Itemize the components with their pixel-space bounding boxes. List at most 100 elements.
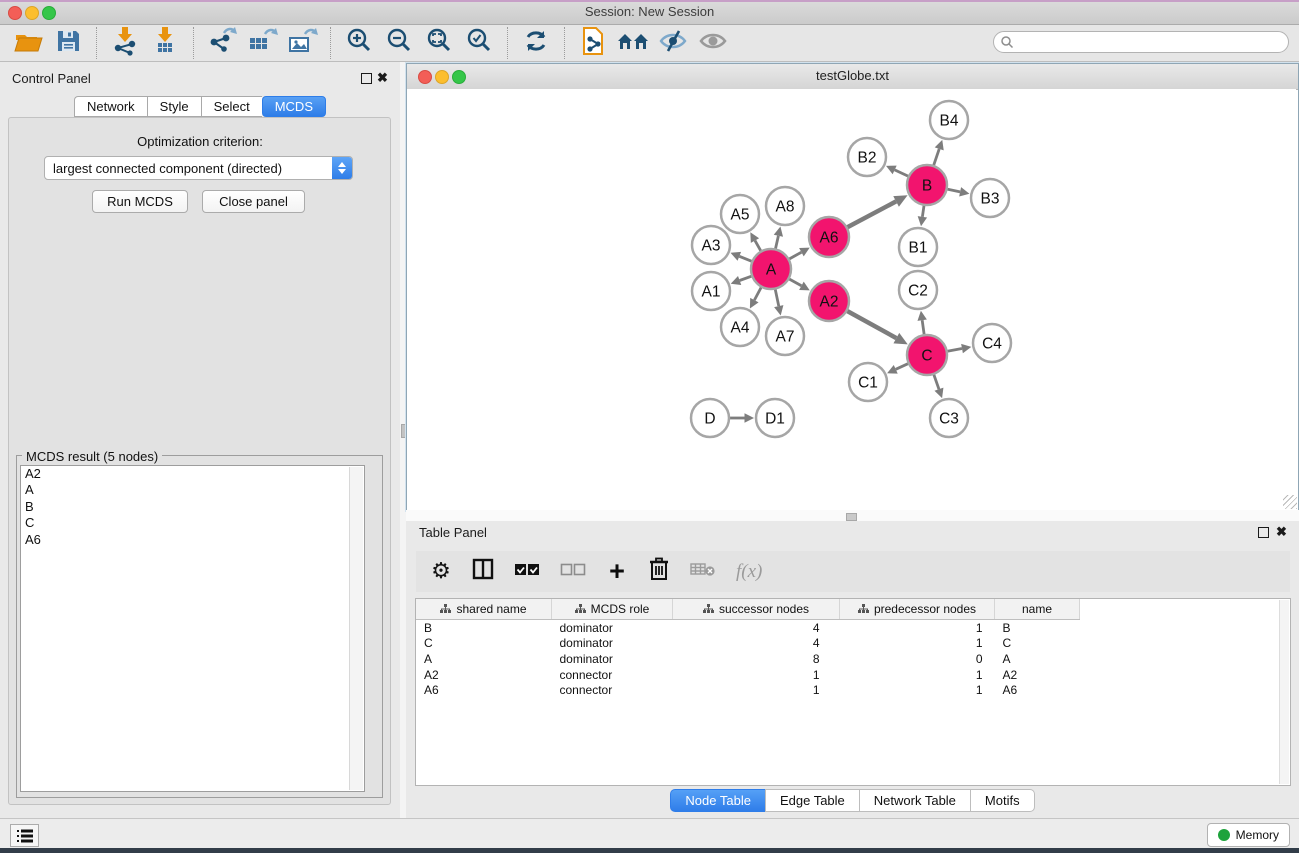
import-network-button[interactable]	[105, 26, 145, 60]
tab-network[interactable]: Network	[74, 96, 147, 117]
edge-A-A5[interactable]	[755, 241, 761, 252]
edge-B-B4[interactable]	[933, 149, 939, 166]
table-cell[interactable]: A	[416, 651, 552, 667]
table-row[interactable]: A6connector11A6	[416, 682, 1080, 698]
home-view-button[interactable]	[613, 26, 653, 60]
tab-node-table[interactable]: Node Table	[670, 789, 765, 812]
horizontal-split-handle[interactable]	[846, 513, 857, 521]
edge-A-A4[interactable]	[754, 287, 761, 300]
zoom-selected-button[interactable]	[459, 26, 499, 60]
task-history-button[interactable]	[10, 824, 39, 847]
table-cell[interactable]: 4	[673, 620, 840, 636]
mcds-result-item[interactable]: B	[21, 499, 364, 515]
zoom-window-light[interactable]	[42, 6, 56, 20]
table-panel-close-icon[interactable]: ✖	[1276, 526, 1287, 538]
mcds-result-list[interactable]: A2ABCA6	[20, 465, 365, 792]
edge-A6-B[interactable]	[847, 201, 896, 227]
tab-motifs[interactable]: Motifs	[970, 789, 1035, 812]
edge-A-A3[interactable]	[739, 256, 752, 261]
control-panel-close-icon[interactable]: ✖	[377, 72, 388, 84]
table-cell[interactable]: 1	[840, 682, 995, 698]
edge-C-C2[interactable]	[922, 320, 924, 335]
tab-select[interactable]: Select	[201, 96, 262, 117]
refresh-button[interactable]	[516, 26, 556, 60]
criterion-dropdown[interactable]: largest connected component (directed)	[44, 156, 353, 180]
table-cell[interactable]: B	[995, 620, 1080, 636]
network-graph[interactable]: AA1A2A3A4A5A6A7A8BB1B2B3B4CC1C2C3C4DD1	[407, 89, 1296, 508]
close-panel-button[interactable]: Close panel	[202, 190, 305, 213]
table-cell[interactable]: A6	[995, 682, 1080, 698]
memory-button[interactable]: Memory	[1207, 823, 1290, 847]
tab-style[interactable]: Style	[147, 96, 201, 117]
control-panel-float-icon[interactable]	[361, 73, 372, 86]
table-row[interactable]: A2connector11A2	[416, 667, 1080, 683]
zoom-out-button[interactable]	[379, 26, 419, 60]
edge-A-A2[interactable]	[789, 279, 802, 286]
edge-B-B3[interactable]	[947, 189, 961, 192]
hide-style-button[interactable]	[653, 26, 693, 60]
table-options-gear-button[interactable]: ⚙	[430, 558, 452, 586]
export-network-button[interactable]	[202, 26, 242, 60]
table-row[interactable]: Bdominator41B	[416, 620, 1080, 636]
table-cell[interactable]: A6	[416, 682, 552, 698]
tab-edge-table[interactable]: Edge Table	[765, 789, 859, 812]
edge-A-A6[interactable]	[789, 252, 802, 259]
show-columns-button[interactable]	[472, 558, 494, 586]
run-mcds-button[interactable]: Run MCDS	[92, 190, 188, 213]
network-canvas[interactable]: AA1A2A3A4A5A6A7A8BB1B2B3B4CC1C2C3C4DD1	[407, 89, 1296, 508]
table-row[interactable]: Cdominator41C	[416, 636, 1080, 652]
import-table-button[interactable]	[145, 26, 185, 60]
column-header-shared-name[interactable]: shared name	[416, 599, 552, 620]
table-cell[interactable]: A2	[995, 667, 1080, 683]
table-cell[interactable]: connector	[552, 667, 673, 683]
edge-A-A8[interactable]	[775, 236, 778, 250]
table-cell[interactable]: 1	[673, 667, 840, 683]
table-scrollbar[interactable]	[1279, 600, 1289, 784]
mcds-result-item[interactable]: A	[21, 482, 364, 498]
edge-A2-C[interactable]	[847, 311, 897, 338]
table-cell[interactable]: connector	[552, 682, 673, 698]
column-header-MCDS-role[interactable]: MCDS role	[552, 599, 673, 620]
table-cell[interactable]: 1	[673, 682, 840, 698]
network-minimize-light[interactable]	[435, 70, 449, 84]
edge-A-A1[interactable]	[740, 276, 753, 281]
mcds-result-item[interactable]: A6	[21, 532, 364, 548]
zoom-fit-button[interactable]	[419, 26, 459, 60]
edge-C-C1[interactable]	[896, 363, 909, 369]
mcds-list-scrollbar[interactable]	[349, 467, 363, 790]
table-cell[interactable]: 8	[673, 651, 840, 667]
edge-C-C4[interactable]	[947, 349, 962, 352]
save-session-button[interactable]	[48, 26, 88, 60]
mcds-result-item[interactable]: C	[21, 515, 364, 531]
table-cell[interactable]: 4	[673, 636, 840, 652]
open-session-button[interactable]	[8, 26, 48, 60]
table-cell[interactable]: 1	[840, 667, 995, 683]
select-all-rows-button[interactable]	[514, 558, 540, 586]
zoom-in-button[interactable]	[339, 26, 379, 60]
table-row[interactable]: Adominator80A	[416, 651, 1080, 667]
table-cell[interactable]: 1	[840, 620, 995, 636]
search-input[interactable]	[1014, 34, 1268, 50]
column-header-successor-nodes[interactable]: successor nodes	[673, 599, 840, 620]
export-table-button[interactable]	[242, 26, 282, 60]
close-window-light[interactable]	[8, 6, 22, 20]
tab-mcds[interactable]: MCDS	[262, 96, 326, 117]
deselect-all-rows-button[interactable]	[560, 558, 586, 586]
column-header-predecessor-nodes[interactable]: predecessor nodes	[840, 599, 995, 620]
first-neighbors-button[interactable]	[573, 26, 613, 60]
network-zoom-light[interactable]	[452, 70, 466, 84]
table-cell[interactable]: A2	[416, 667, 552, 683]
table-cell[interactable]: B	[416, 620, 552, 636]
minimize-window-light[interactable]	[25, 6, 39, 20]
delete-column-button[interactable]	[648, 558, 670, 586]
window-resize-grip[interactable]	[1283, 495, 1297, 509]
edge-A-A7[interactable]	[775, 289, 779, 307]
search-box[interactable]	[993, 31, 1289, 53]
table-cell[interactable]: C	[416, 636, 552, 652]
edge-B-B2[interactable]	[895, 170, 909, 177]
export-image-button[interactable]	[282, 26, 322, 60]
table-cell[interactable]: dominator	[552, 636, 673, 652]
table-cell[interactable]: dominator	[552, 651, 673, 667]
column-header-name[interactable]: name	[995, 599, 1080, 620]
table-cell[interactable]: dominator	[552, 620, 673, 636]
